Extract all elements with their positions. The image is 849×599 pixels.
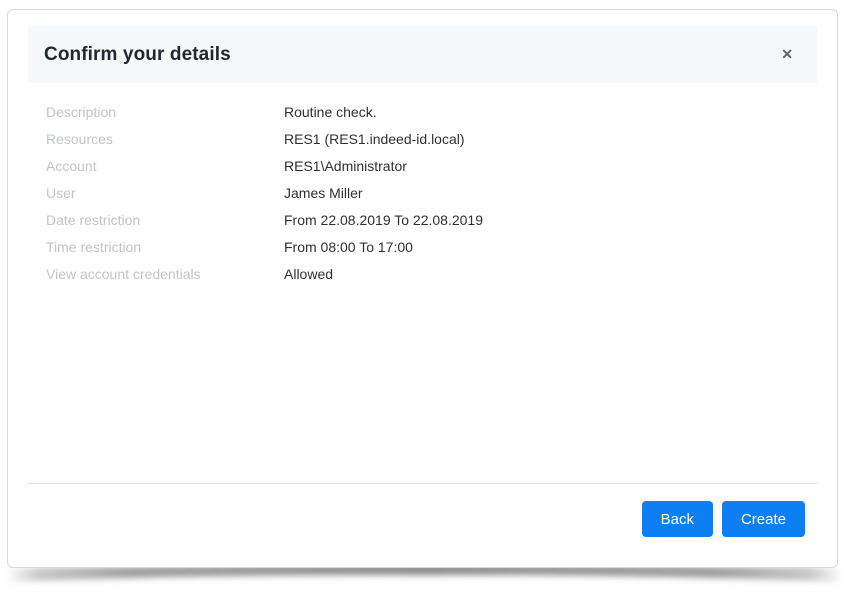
field-value: From 08:00 To 17:00	[284, 239, 413, 255]
detail-row: Resources RES1 (RES1.indeed-id.local)	[46, 131, 817, 158]
detail-row: View account credentials Allowed	[46, 266, 817, 293]
confirm-details-dialog: Confirm your details ✕ Description Routi…	[7, 9, 838, 568]
detail-row: Time restriction From 08:00 To 17:00	[46, 239, 817, 266]
create-button[interactable]: Create	[722, 501, 805, 537]
dialog-title: Confirm your details	[44, 44, 231, 66]
field-value: RES1 (RES1.indeed-id.local)	[284, 131, 465, 147]
field-label: Description	[46, 104, 284, 120]
field-label: Account	[46, 158, 284, 174]
detail-row: Account RES1\Administrator	[46, 158, 817, 185]
field-value: James Miller	[284, 185, 363, 201]
close-icon: ✕	[781, 46, 793, 62]
details-list: Description Routine check. Resources RES…	[46, 104, 817, 293]
page: Confirm your details ✕ Description Routi…	[0, 0, 849, 599]
dialog-header: Confirm your details ✕	[28, 26, 817, 83]
field-label: Time restriction	[46, 239, 284, 255]
detail-row: Description Routine check.	[46, 104, 817, 131]
field-label: Date restriction	[46, 212, 284, 228]
dialog-footer: Back Create	[642, 501, 805, 537]
field-value: RES1\Administrator	[284, 158, 407, 174]
close-button[interactable]: ✕	[777, 43, 797, 65]
field-value: From 22.08.2019 To 22.08.2019	[284, 212, 483, 228]
detail-row: Date restriction From 22.08.2019 To 22.0…	[46, 212, 817, 239]
field-label: Resources	[46, 131, 284, 147]
field-value: Allowed	[284, 266, 333, 282]
footer-divider	[28, 483, 819, 484]
detail-row: User James Miller	[46, 185, 817, 212]
field-label: User	[46, 185, 284, 201]
back-button[interactable]: Back	[642, 501, 713, 537]
field-value: Routine check.	[284, 104, 377, 120]
field-label: View account credentials	[46, 266, 284, 282]
